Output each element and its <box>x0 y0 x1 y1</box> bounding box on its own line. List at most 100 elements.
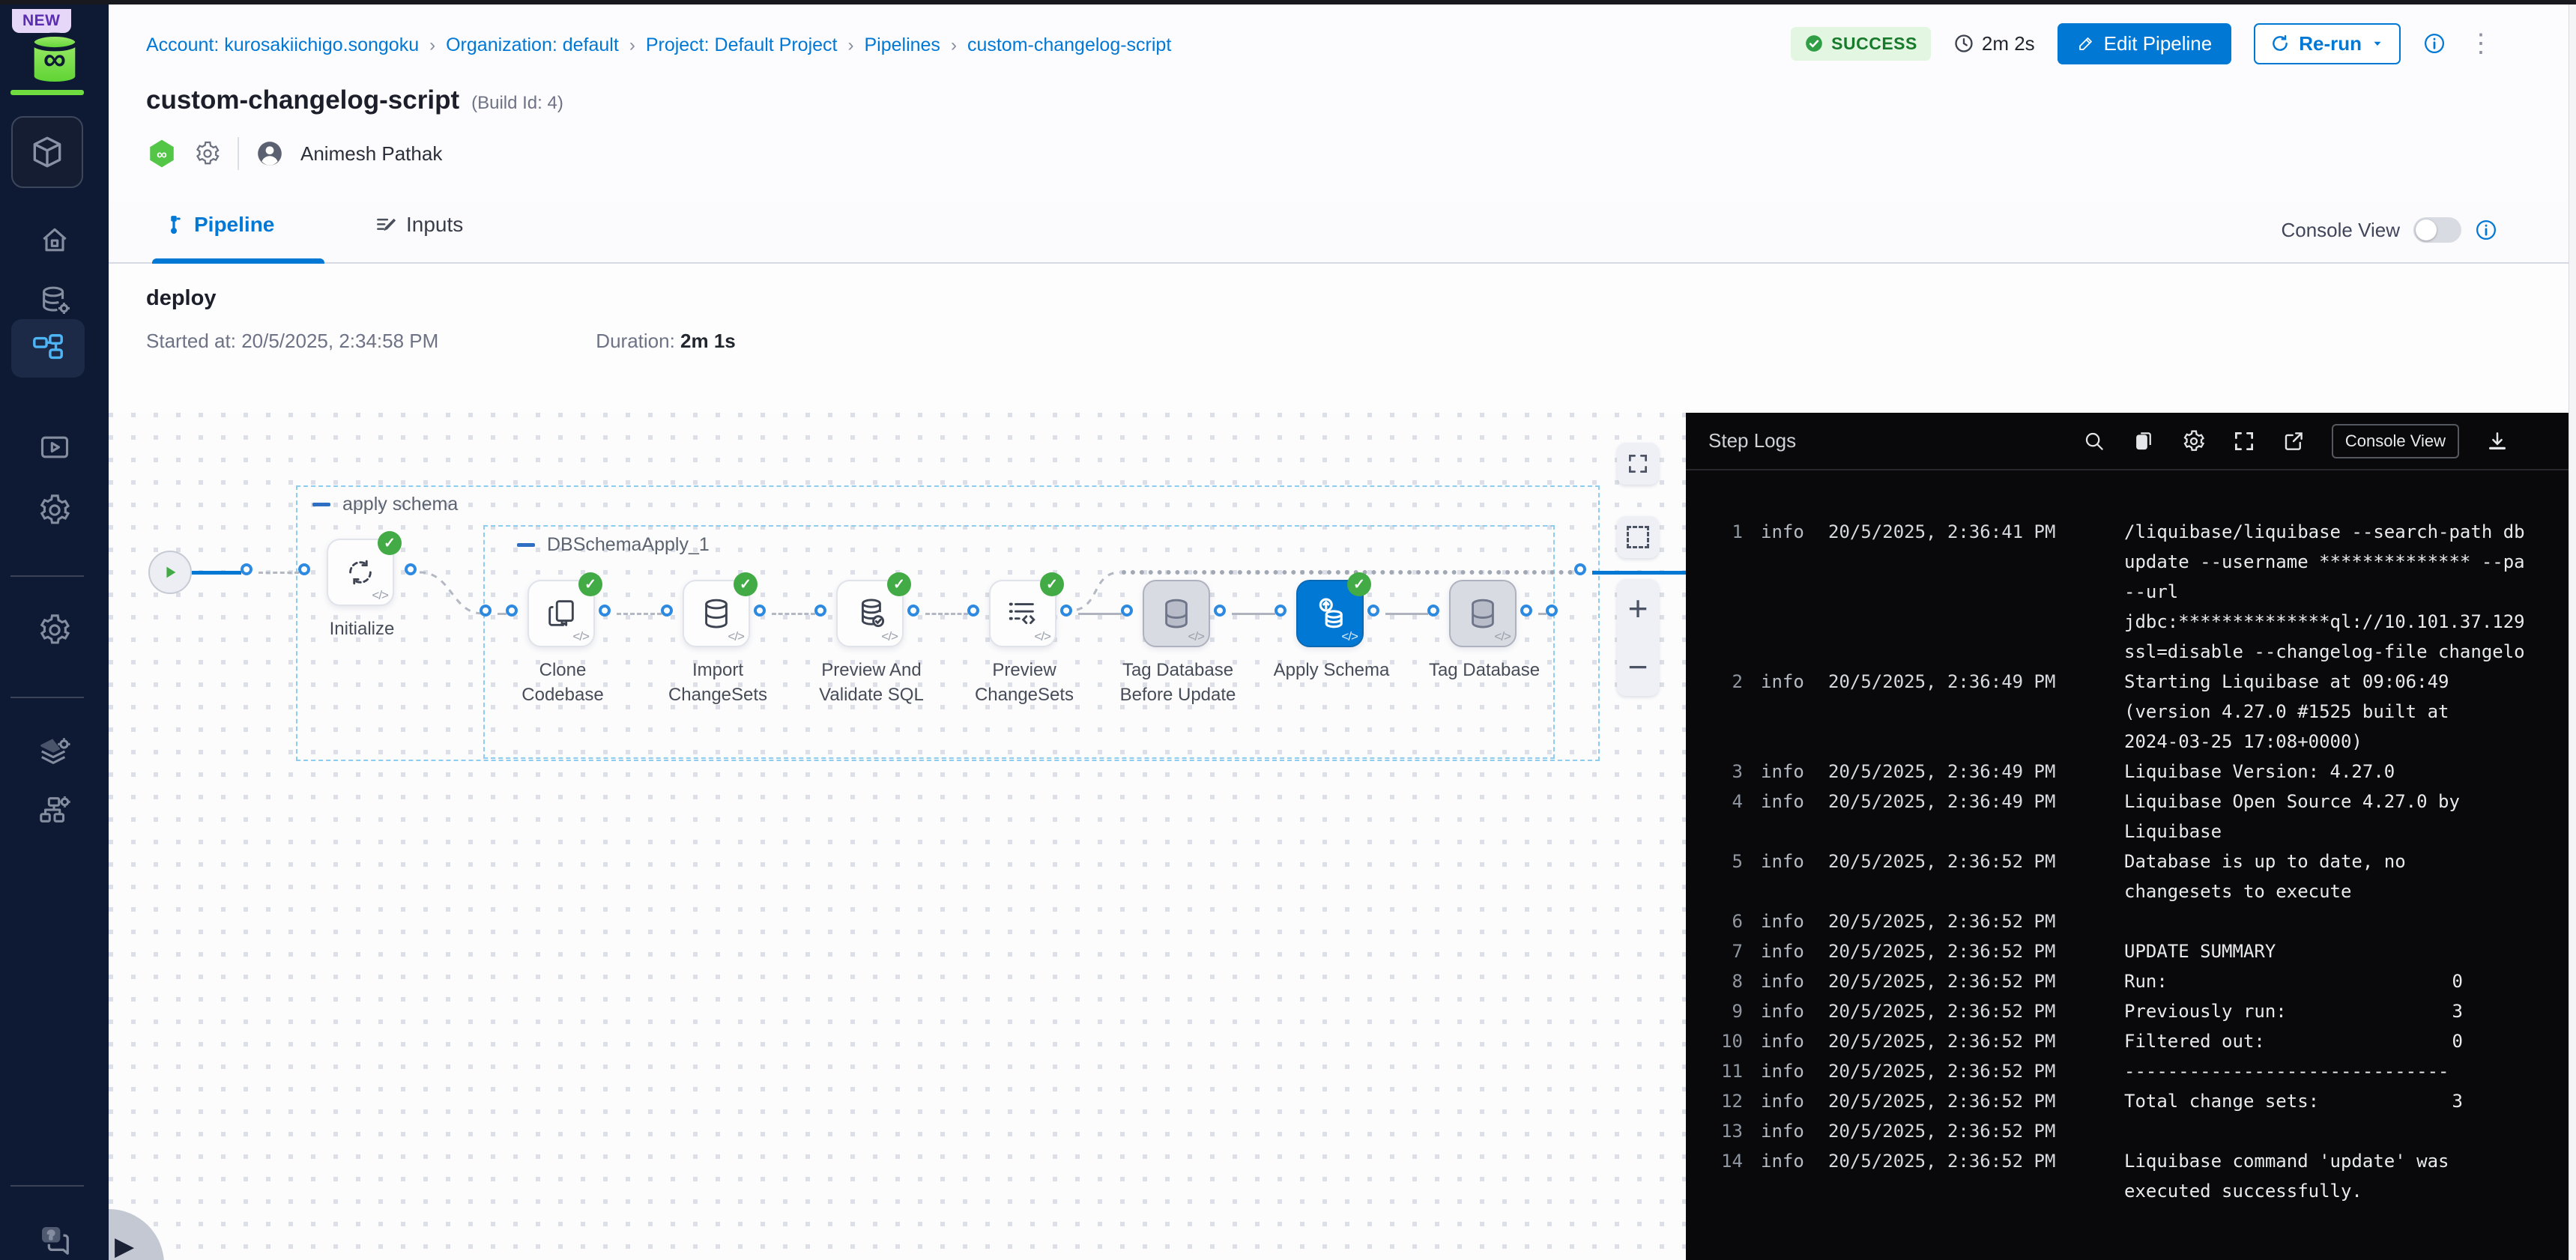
connector-port <box>599 605 611 617</box>
step-node-import-changesets[interactable]: ✓ </> Import ChangeSets <box>683 580 750 647</box>
zoom-out-button[interactable]: − <box>1617 640 1659 693</box>
info-icon[interactable] <box>2475 219 2497 241</box>
logo-underline <box>10 90 84 95</box>
step-node-preview-validate-sql[interactable]: ✓ </> Preview And Validate SQL <box>836 580 904 647</box>
pipeline-canvas[interactable]: apply schema DBSchemaApply_1 <box>109 413 1686 1260</box>
connector-dashed <box>498 613 507 615</box>
edit-pipeline-button[interactable]: Edit Pipeline <box>2058 23 2232 64</box>
connector-dashed <box>925 613 968 615</box>
rerun-button[interactable]: Re-run <box>2254 23 2401 64</box>
check-circle-icon <box>1804 34 1824 53</box>
breadcrumb-account[interactable]: Account: kurosakiichigo.songoku <box>146 34 419 56</box>
step-node-apply-schema-selected[interactable]: ✓ </> Apply Schema <box>1296 580 1364 647</box>
console-view-toggle[interactable] <box>2413 217 2461 243</box>
zoom-in-button[interactable]: + <box>1617 582 1659 634</box>
log-timestamp: 20/5/2025, 2:36:52 PM <box>1828 966 2075 996</box>
sidebar-item-executions[interactable] <box>0 421 109 473</box>
breadcrumb-project[interactable]: Project: Default Project <box>646 34 838 56</box>
connector-port <box>1546 605 1558 617</box>
tab-pipeline[interactable]: Pipeline <box>163 213 274 237</box>
sidebar-item-settings-2[interactable] <box>0 604 109 656</box>
sidebar-item-settings-1[interactable] <box>0 484 109 536</box>
svg-text:∞: ∞ <box>157 147 167 163</box>
breadcrumb-pipelines[interactable]: Pipelines <box>864 34 940 56</box>
canvas-fit-view-button[interactable] <box>1617 443 1659 485</box>
log-row: 9 info 20/5/2025, 2:36:52 PM 3 Previousl… <box>1686 996 2569 1026</box>
search-icon[interactable] <box>2083 430 2105 452</box>
avatar-icon <box>256 139 284 168</box>
expand-fullscreen-icon[interactable] <box>2233 430 2255 452</box>
step-label: Tag Database Before Update <box>1102 658 1254 707</box>
step-node-tag-database-before-update[interactable]: </> Tag Database Before Update <box>1143 580 1210 647</box>
database-icon <box>1466 596 1500 631</box>
log-level: info <box>1761 1116 1813 1146</box>
step-logs-title: Step Logs <box>1708 429 1796 452</box>
log-timestamp: 20/5/2025, 2:36:52 PM <box>1828 1086 2075 1116</box>
sidebar-item-infra-config[interactable] <box>0 784 109 836</box>
sidebar-item-home[interactable] <box>0 214 109 267</box>
canvas-select-tool-button[interactable] <box>1617 516 1659 558</box>
refresh-icon <box>2270 34 2290 53</box>
connector-solid-blue <box>1592 571 1686 575</box>
copy-icon[interactable] <box>2132 430 2155 452</box>
log-timestamp: 20/5/2025, 2:36:41 PM <box>1828 517 2075 547</box>
download-icon[interactable] <box>2486 430 2509 452</box>
info-icon[interactable] <box>2423 32 2446 55</box>
step-node-preview-changesets[interactable]: ✓ </> Preview ChangeSets <box>989 580 1056 647</box>
open-in-new-icon[interactable] <box>2282 430 2305 452</box>
new-badge: NEW <box>12 9 71 33</box>
log-line-number: 4 <box>1701 787 1743 817</box>
settings-gear-icon[interactable] <box>2182 429 2206 453</box>
log-line-number: 10 <box>1701 1026 1743 1056</box>
console-view-button[interactable]: Console View <box>2332 424 2459 458</box>
toggle-knob <box>2416 219 2437 240</box>
log-timestamp: 20/5/2025, 2:36:49 PM <box>1828 667 2075 697</box>
log-message: 0 Filtered out: <box>2124 1026 2569 1056</box>
sync-icon <box>343 555 378 590</box>
database-upload-icon <box>1311 595 1349 632</box>
gear-icon[interactable] <box>194 140 221 167</box>
sidebar-item-layers-config[interactable] <box>0 725 109 778</box>
step-logs-panel: Step Logs Console View 1 info <box>1686 413 2569 1260</box>
log-line-number: 7 <box>1701 936 1743 966</box>
more-options-icon[interactable]: ⋮ <box>2468 38 2494 49</box>
pipeline-start-node[interactable] <box>148 551 192 594</box>
success-badge-icon: ✓ <box>1040 572 1064 596</box>
header-actions: SUCCESS 2m 2s Edit Pipeline Re-run ⋮ <box>1791 22 2494 64</box>
log-level: info <box>1761 936 1813 966</box>
harness-dbops-logo-icon[interactable]: ∞ <box>22 31 87 87</box>
log-timestamp: 20/5/2025, 2:36:52 PM <box>1828 1026 2075 1056</box>
connector-port <box>1060 605 1072 617</box>
log-toolbar: Console View <box>2083 424 2509 458</box>
sidebar-item-pipelines-active[interactable] <box>11 319 85 378</box>
log-level: info <box>1761 667 1813 697</box>
connector-port <box>814 605 826 617</box>
sidebar-divider <box>10 697 84 698</box>
duration-timer: 2m 2s <box>1953 32 2035 55</box>
status-badge: SUCCESS <box>1791 27 1931 61</box>
tab-inputs[interactable]: Inputs <box>375 213 463 237</box>
sidebar: NEW ∞ <box>0 4 109 1260</box>
connector-port <box>967 605 979 617</box>
success-badge-icon: ✓ <box>578 572 602 596</box>
success-badge-icon: ✓ <box>734 572 758 596</box>
step-node-initialize[interactable]: ✓ </> Initialize <box>327 539 394 606</box>
breadcrumb-pipeline-name[interactable]: custom-changelog-script <box>967 34 1171 56</box>
log-level: info <box>1761 1146 1813 1176</box>
help-chat-icon[interactable]: ? <box>0 1214 109 1260</box>
step-node-tag-database[interactable]: </> Tag Database <box>1449 580 1517 647</box>
log-line-number: 5 <box>1701 846 1743 876</box>
breadcrumb-organization[interactable]: Organization: default <box>446 34 619 56</box>
scrollbar[interactable] <box>2569 4 2576 1260</box>
main-area: Account: kurosakiichigo.songoku › Organi… <box>109 4 2569 1260</box>
module-selector-button[interactable] <box>11 116 83 188</box>
connector-solid <box>1078 613 1122 615</box>
tab-strip: Pipeline Inputs Console View <box>109 201 2569 264</box>
step-label: Preview ChangeSets <box>949 658 1100 707</box>
step-node-clone-codebase[interactable]: ✓ </> Clone Codebase <box>527 580 595 647</box>
log-level: info <box>1761 996 1813 1026</box>
log-timestamp: 20/5/2025, 2:36:49 PM <box>1828 757 2075 787</box>
log-value: 3 <box>2124 996 2463 1026</box>
log-output[interactable]: 1 info 20/5/2025, 2:36:41 PM /liquibase/… <box>1686 472 2569 1260</box>
log-level: info <box>1761 966 1813 996</box>
